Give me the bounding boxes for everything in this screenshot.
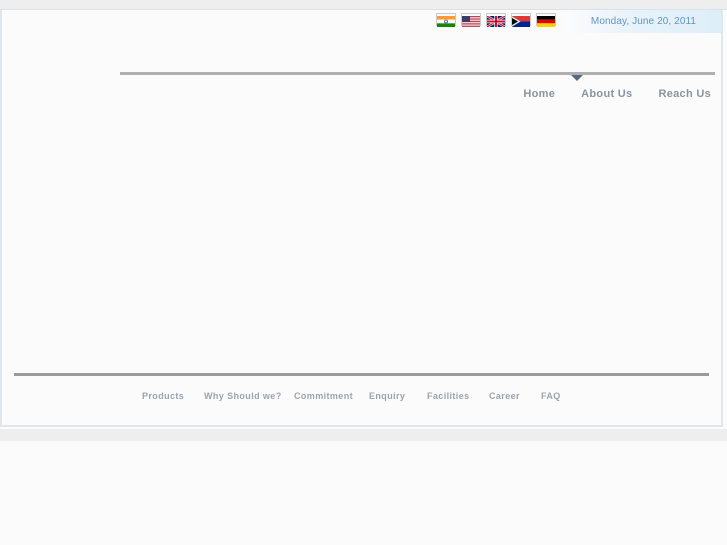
top-strip — [0, 0, 727, 10]
flag-usa-icon[interactable] — [461, 13, 481, 27]
main-content-area — [2, 110, 721, 372]
flag-uk-icon[interactable] — [486, 13, 506, 29]
footer-item-facilities[interactable]: Facilities — [427, 391, 489, 401]
below-container-strip — [0, 429, 727, 441]
header-divider — [120, 72, 715, 81]
nav-item-reach-us[interactable]: Reach Us — [658, 88, 711, 100]
footer-item-why-should-we[interactable]: Why Should we? — [204, 391, 294, 401]
flag-germany-icon[interactable] — [536, 13, 556, 27]
footer-item-enquiry[interactable]: Enquiry — [369, 391, 427, 401]
footer-divider — [14, 373, 709, 376]
footer-item-faq[interactable]: FAQ — [541, 391, 571, 401]
footer-item-commitment[interactable]: Commitment — [294, 391, 369, 401]
language-flag-selector[interactable] — [436, 13, 556, 29]
chevron-down-icon — [571, 75, 583, 81]
top-navigation[interactable]: Home About Us Reach Us — [523, 88, 711, 100]
header-row: Monday, June 20, 2011 — [2, 10, 721, 36]
date-display: Monday, June 20, 2011 — [566, 10, 721, 33]
current-date-text: Monday, June 20, 2011 — [590, 16, 697, 27]
bottom-blank-area — [0, 441, 727, 545]
nav-item-home[interactable]: Home — [523, 88, 555, 100]
page-container: Monday, June 20, 2011 Home About Us Reac… — [0, 10, 723, 427]
flag-india-icon[interactable] — [436, 13, 456, 27]
footer-navigation[interactable]: Products Why Should we? Commitment Enqui… — [142, 391, 571, 401]
nav-item-about-us[interactable]: About Us — [581, 88, 632, 100]
flag-south-africa-icon[interactable] — [511, 13, 531, 27]
footer-item-career[interactable]: Career — [489, 391, 541, 401]
footer-item-products[interactable]: Products — [142, 391, 204, 401]
